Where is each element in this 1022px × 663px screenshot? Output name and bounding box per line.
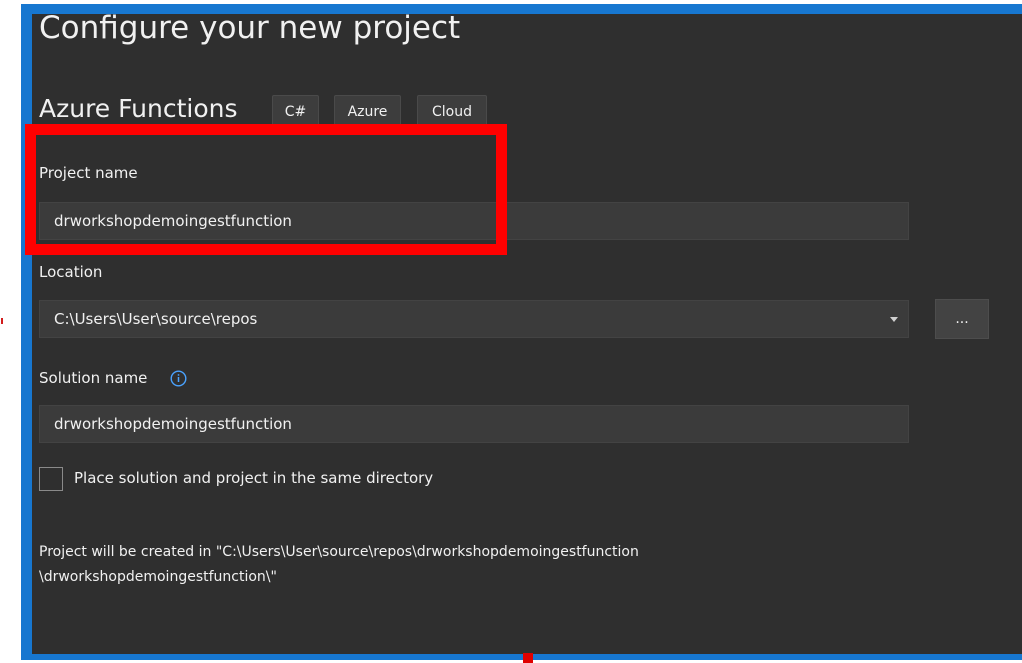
annotation-highlight-box (25, 124, 507, 255)
same-directory-checkbox[interactable] (39, 467, 63, 491)
summary-line-2: \drworkshopdemoingestfunction\" (39, 569, 277, 585)
chevron-down-icon[interactable] (890, 317, 898, 322)
same-directory-label[interactable]: Place solution and project in the same d… (74, 469, 433, 487)
template-name: Azure Functions (39, 94, 238, 123)
browse-location-button[interactable]: ... (935, 299, 989, 339)
summary-line-1: Project will be created in "C:\Users\Use… (39, 544, 639, 560)
annotation-mark-bottom (523, 653, 533, 663)
tag-azure: Azure (334, 95, 401, 127)
project-location-summary: Project will be created in "C:\Users\Use… (39, 540, 639, 590)
tag-cloud: Cloud (417, 95, 487, 127)
location-label: Location (39, 263, 103, 281)
solution-name-value: drworkshopdemoingestfunction (54, 415, 292, 433)
solution-name-label: Solution name (39, 369, 148, 387)
tag-csharp: C# (272, 95, 319, 127)
page-title: Configure your new project (39, 10, 461, 46)
location-value: C:\Users\User\source\repos (54, 310, 258, 328)
info-icon[interactable] (170, 370, 187, 387)
location-combobox[interactable]: C:\Users\User\source\repos (39, 300, 909, 338)
solution-name-input[interactable]: drworkshopdemoingestfunction (39, 405, 909, 443)
annotation-mark-left (1, 318, 3, 324)
